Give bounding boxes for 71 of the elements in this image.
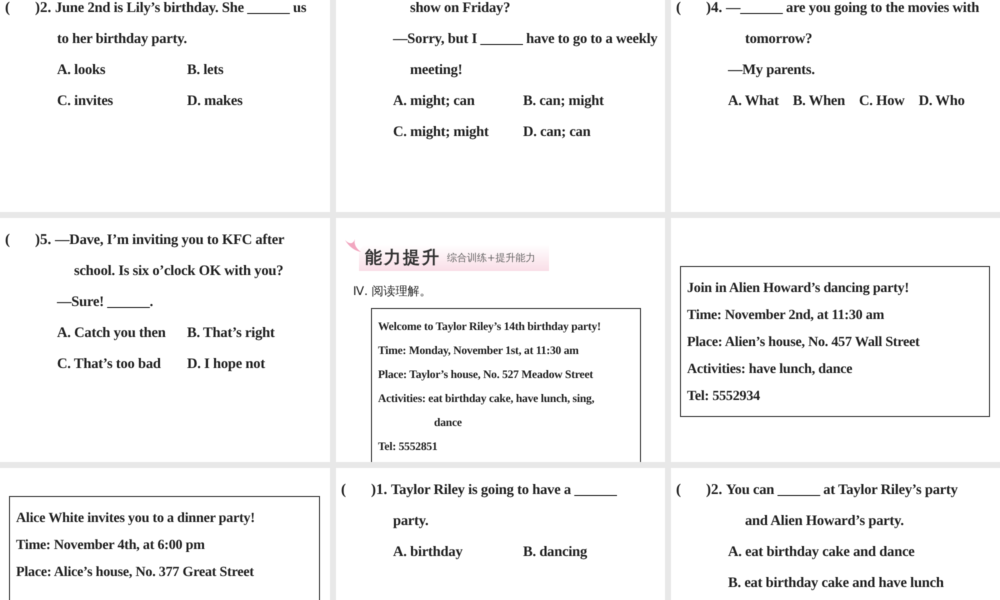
notice-line: Time: November 4th, at 6:00 pm: [16, 537, 206, 555]
slide-thumbnail[interactable]: ( )1. Taylor Riley is going to have a ______ party. A. birthday B. dancing: [336, 468, 665, 600]
question-text: —______ are you going to the movies with: [726, 0, 980, 17]
answer-bracket: (: [5, 232, 11, 249]
answer-option: B. can; might: [523, 93, 653, 110]
question-text: —Sorry, but I ______ have to go to a weekly: [393, 31, 658, 48]
slide-thumbnail[interactable]: ( )5. —Dave, I’m inviting you to KFC after school. Is six o’clock OK with you? —Sure! ______. A. Catch you then B. That’s right C. That’s too bad D. I hope not: [0, 218, 330, 462]
answer-option: D. makes: [187, 93, 317, 110]
notice-line: Welcome to Taylor Riley’s 14th birthday party!: [378, 320, 602, 335]
question-number: )4.: [706, 0, 724, 17]
answer-bracket: (: [676, 482, 682, 499]
question-text: show on Friday?: [410, 0, 510, 17]
notice-line: Tel: 5552934: [687, 388, 761, 406]
banner-subtitle: 综合训练+提升能力: [447, 252, 536, 264]
answer-option: A. What: [728, 93, 779, 110]
answer-option: D. I hope not: [187, 356, 317, 373]
slide-thumbnail[interactable]: [336, 218, 665, 462]
notice-line: Place: Taylor’s house, No. 527 Meadow Street: [378, 368, 594, 383]
answer-option: A. eat birthday cake and dance: [728, 544, 915, 561]
slide-thumbnail[interactable]: Alice White invites you to a dinner party! Time: November 4th, at 6:00 pm Place: Alice’s house, No. 377 Great Street: [0, 468, 330, 600]
question-text: meeting!: [410, 62, 462, 79]
answer-option: A. Catch you then: [57, 325, 187, 342]
answer-option: D. Who: [918, 93, 965, 110]
answer-option: B. dancing: [523, 544, 653, 561]
question-text: —Sure! ______.: [57, 294, 154, 311]
question-text: school. Is six o’clock OK with you?: [74, 263, 284, 280]
answer-option: C. might; might: [393, 124, 523, 141]
question-text: You can ______ at Taylor Riley’s party: [726, 482, 958, 499]
question-number: )2.: [35, 0, 52, 17]
answer-bracket: (: [5, 0, 11, 17]
answer-option: B. That’s right: [187, 325, 317, 342]
section-title: Ⅳ. 阅读理解。: [353, 283, 433, 300]
question-text: to her birthday party.: [57, 31, 187, 48]
answer-option: C. invites: [57, 93, 187, 110]
answer-option: B. lets: [187, 62, 317, 79]
notice-line: Time: Monday, November 1st, at 11:30 am: [378, 344, 580, 359]
answer-option: B. When: [792, 93, 846, 110]
question-text: tomorrow?: [745, 31, 812, 48]
question-number: )1.: [371, 482, 388, 499]
notice-line: Time: November 2nd, at 11:30 am: [687, 307, 886, 325]
question-text: party.: [393, 513, 428, 530]
question-number: )2.: [706, 482, 724, 499]
notice-line: Place: Alice’s house, No. 377 Great Street: [16, 564, 255, 582]
answer-bracket: (: [676, 0, 682, 17]
question-number: )5.: [35, 232, 52, 249]
notice-line: Activities: have lunch, dance: [687, 361, 854, 379]
question-text: —Dave, I’m inviting you to KFC after: [55, 232, 284, 249]
answer-option: A. might; can: [393, 93, 523, 110]
question-text: June 2nd is Lily’s birthday. She ______ us: [55, 0, 306, 17]
notice-line: Activities: eat birthday cake, have lunch, sing,: [378, 392, 596, 407]
slide-thumbnail[interactable]: ( )2. You can ______ at Taylor Riley’s party and Alien Howard’s party. A. eat birthday cake and dance B. eat birthday cake and have lunch: [671, 468, 1000, 600]
question-text: and Alien Howard’s party.: [745, 513, 904, 530]
notice-line: Alice White invites you to a dinner party!: [16, 510, 256, 528]
answer-option: D. can; can: [523, 124, 653, 141]
question-text: Taylor Riley is going to have a ______: [391, 482, 617, 499]
notice-line: Place: Alien’s house, No. 457 Wall Street: [687, 334, 921, 352]
slide-thumbnail[interactable]: Join in Alien Howard’s dancing party! Time: November 2nd, at 11:30 am Place: Alien’s house, No. 457 Wall Street Activities: have lunch, dance Tel: 5552934: [671, 218, 1000, 462]
answer-bracket: (: [341, 482, 347, 499]
answer-option: A. looks: [57, 62, 187, 79]
slide-thumbnail[interactable]: show on Friday? —Sorry, but I ______ have to go to a weekly meeting! A. might; can B. can; might C. might; might D. can; can: [336, 0, 665, 212]
answer-option: C. How: [859, 93, 905, 110]
question-text: —My parents.: [728, 62, 815, 79]
banner-title: 能力提升: [365, 247, 441, 269]
notice-line: Join in Alien Howard’s dancing party!: [687, 280, 910, 298]
answer-option: C. That’s too bad: [57, 356, 187, 373]
slide-thumbnail[interactable]: ( )2. June 2nd is Lily’s birthday. She ______ us to her birthday party. A. looks B. lets C. invites D. makes: [0, 0, 330, 212]
answer-option: A. birthday: [393, 544, 523, 561]
notice-line: Tel: 5552851: [378, 440, 438, 455]
slide-thumbnail[interactable]: ( )4. —______ are you going to the movies with tomorrow? —My parents. A. What B. When C. How D. Who: [671, 0, 1000, 212]
notice-line: dance: [433, 416, 463, 431]
answer-option: B. eat birthday cake and have lunch: [728, 575, 944, 592]
